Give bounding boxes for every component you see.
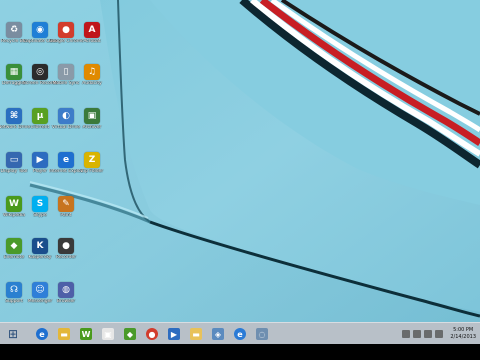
desktop-icon[interactable]: ✎ Paint — [49, 196, 83, 219]
taskbar-folder-icon: ▬ — [190, 328, 202, 340]
chrome-icon: ● — [58, 22, 74, 38]
desktop-icon-label: Acrobat — [83, 39, 101, 44]
taskbar-ie-icon: e — [36, 328, 48, 340]
clock[interactable]: 5:00 PM 2/14/2013 — [450, 327, 476, 341]
skype-icon: S — [32, 196, 48, 212]
taskbar-button[interactable]: e — [32, 325, 52, 343]
video-letterbox — [0, 344, 480, 360]
globe-icon: ◍ — [58, 282, 74, 298]
disc-icon: ◐ — [58, 108, 74, 124]
taskbar-button[interactable]: ◆ — [120, 325, 140, 343]
recycle-bin-icon: ♻ — [6, 22, 22, 38]
taskbar-word-icon: W — [80, 328, 92, 340]
green-app-icon: ◆ — [6, 238, 22, 254]
acrobat-icon: A — [84, 22, 100, 38]
headset-icon: ☊ — [6, 282, 22, 298]
chat-icon: ☺ — [32, 282, 48, 298]
desktop-icon[interactable]: Z Zip Folder — [75, 152, 109, 175]
taskbar-pinned-apps: e ▬ W ▣ ◆ ● ▶ ▬ ◈ e ◌ — [24, 325, 273, 343]
taskbar-ie2-icon: e — [234, 328, 246, 340]
clock-time: 5:00 PM — [453, 327, 474, 333]
taskbar-button[interactable]: ▬ — [186, 325, 206, 343]
flag-icon[interactable] — [413, 330, 422, 338]
taskbar-button[interactable]: ▶ — [164, 325, 184, 343]
taskbar-button[interactable]: ▣ — [98, 325, 118, 343]
taskbar-media-icon: ▶ — [168, 328, 180, 340]
dark-app-icon: ● — [58, 238, 74, 254]
archive-icon: ▣ — [84, 108, 100, 124]
desktop-icon-label: Paint — [60, 213, 72, 218]
camera-icon: ◎ — [32, 64, 48, 80]
desktop-icon-label: Archiver — [82, 125, 102, 130]
desktop-icon-label: Recorder — [55, 255, 77, 260]
desktop-icon-label: Audacity — [82, 81, 102, 86]
network-tray-icon[interactable] — [424, 330, 433, 338]
clock-date: 2/14/2013 — [450, 334, 476, 340]
taskbar-chrome-icon: ● — [146, 328, 158, 340]
taskbar-app-icon: ◌ — [256, 328, 268, 340]
taskbar: ⊞ e ▬ W ▣ ◆ ● ▶ ▬ ◈ e ◌ 5:00 PM 2/14/2013 — [0, 322, 480, 345]
taskbar-button[interactable]: ◌ — [252, 325, 272, 343]
utorrent-icon: µ — [32, 108, 48, 124]
k-app-icon: K — [32, 238, 48, 254]
taskbar-button[interactable]: e — [230, 325, 250, 343]
desktop-icon[interactable]: ♫ Audacity — [75, 64, 109, 87]
taskbar-button[interactable]: ▬ — [54, 325, 74, 343]
desktop-screen: ♻ Recycle Bin ◉ Captivate Cloud ● Google Chro… — [0, 0, 480, 360]
system-tray: 5:00 PM 2/14/2013 — [402, 323, 480, 345]
desktop-icon[interactable]: A Acrobat — [75, 22, 109, 45]
taskbar-store-icon: ▣ — [102, 328, 114, 340]
taskbar-button[interactable]: ● — [142, 325, 162, 343]
media-icon: ▶ — [32, 152, 48, 168]
desktop-wallpaper — [0, 0, 480, 360]
taskbar-tool-icon: ◈ — [212, 328, 224, 340]
zip-icon: Z — [84, 152, 100, 168]
start-button[interactable]: ⊞ — [3, 325, 23, 343]
volume-icon[interactable] — [435, 330, 444, 338]
paint-icon: ✎ — [58, 196, 74, 212]
headphones-icon: ♫ — [84, 64, 100, 80]
desktop-icon[interactable]: ◍ Browser — [49, 282, 83, 305]
windows-logo-icon: ⊞ — [7, 327, 19, 341]
monitor-icon: ▭ — [6, 152, 22, 168]
keyboard-icon[interactable] — [402, 330, 411, 338]
ie-icon: e — [58, 152, 74, 168]
desktop-icon[interactable]: ● Recorder — [49, 238, 83, 261]
app-grid-icon: ▦ — [6, 64, 22, 80]
app-blue-drop-icon: ◉ — [32, 22, 48, 38]
taskbar-button[interactable]: ◈ — [208, 325, 228, 343]
desktop-icon[interactable]: ▣ Archiver — [75, 108, 109, 131]
taskbar-button[interactable]: W — [76, 325, 96, 343]
desktop-icon-label: Zip Folder — [80, 169, 104, 174]
wiki-icon: W — [6, 196, 22, 212]
device-icon: ▯ — [58, 64, 74, 80]
desktop-icon-label: Browser — [56, 299, 76, 304]
network-icon: ⌘ — [6, 108, 22, 124]
taskbar-explorer-icon: ▬ — [58, 328, 70, 340]
taskbar-evernote-icon: ◆ — [124, 328, 136, 340]
